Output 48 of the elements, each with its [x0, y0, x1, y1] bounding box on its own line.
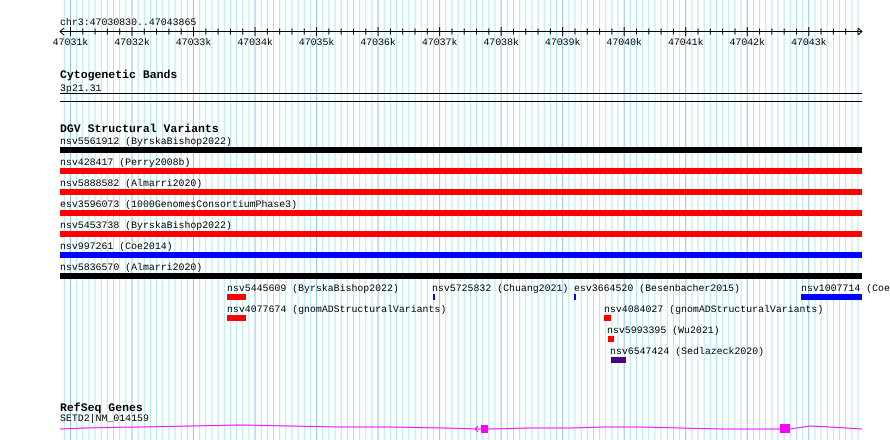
ruler-label: 47033k	[176, 37, 212, 48]
variant-label: nsv6547424 (Sedlazeck2020)	[610, 346, 764, 357]
variant-label: nsv5453738 (ByrskaBishop2022)	[60, 220, 232, 231]
variant-label: esv3664520 (Besenbacher2015)	[574, 283, 740, 294]
variant-bar[interactable]	[60, 189, 862, 195]
variant-bar[interactable]	[60, 147, 862, 153]
variant-bar[interactable]	[60, 168, 862, 174]
variant-label: nsv5993395 (Wu2021)	[607, 325, 720, 336]
variant-label: nsv5836570 (Almarri2020)	[60, 262, 202, 273]
variant-label: nsv5561912 (ByrskaBishop2022)	[60, 136, 232, 147]
ruler-label: 47041k	[668, 37, 704, 48]
variant-bar[interactable]	[608, 336, 614, 342]
variant-bar[interactable]	[611, 357, 626, 363]
ruler-label: 47032k	[114, 37, 150, 48]
variant-bar[interactable]	[60, 210, 862, 216]
variant-label: nsv5888582 (Almarri2020)	[60, 178, 202, 189]
variant-bar[interactable]	[227, 315, 246, 321]
ruler-label: 47043k	[791, 37, 827, 48]
track-title: RefSeq Genes	[60, 402, 143, 415]
variant-label: nsv1007714 (Coe	[801, 283, 890, 294]
variant-label: nsv5725832 (Chuang2021)	[432, 283, 568, 294]
location-label: chr3:47030830..47043865	[60, 17, 196, 28]
variant-bar[interactable]	[227, 294, 246, 300]
variant-bar[interactable]	[60, 273, 862, 279]
ruler-label: 47034k	[237, 37, 273, 48]
ruler-label: 47035k	[298, 37, 334, 48]
variant-bar[interactable]	[60, 252, 862, 258]
variant-label: nsv5445609 (ByrskaBishop2022)	[227, 283, 399, 294]
cytoband-label: 3p21.31	[60, 83, 102, 94]
variant-label: nsv4077674 (gnomADStructuralVariants)	[227, 304, 446, 315]
ruler-label: 47042k	[729, 37, 766, 48]
variant-bar[interactable]	[801, 294, 862, 300]
ruler-label: 47037k	[422, 37, 458, 48]
gene-model-drawing[interactable]	[60, 424, 862, 433]
variant-label: esv3596073 (1000GenomesConsortiumPhase3)	[60, 199, 298, 210]
variant-label: nsv997261 (Coe2014)	[60, 241, 173, 252]
variant-bar[interactable]	[60, 231, 862, 237]
track-title: Cytogenetic Bands	[60, 69, 178, 82]
variant-label: nsv428417 (Perry2008b)	[60, 157, 190, 168]
variant-bar[interactable]	[604, 315, 611, 321]
ruler-label: 47038k	[483, 37, 519, 48]
track-title: DGV Structural Variants	[60, 123, 219, 136]
ruler-label: 47040k	[606, 37, 642, 48]
variant-label: nsv4084027 (gnomADStructuralVariants)	[604, 304, 824, 315]
gene-label: SETD2|NM_014159	[60, 413, 149, 424]
ruler-label: 47036k	[360, 37, 396, 48]
ruler-label: 47031k	[52, 37, 88, 48]
ruler-label: 47039k	[544, 37, 580, 48]
